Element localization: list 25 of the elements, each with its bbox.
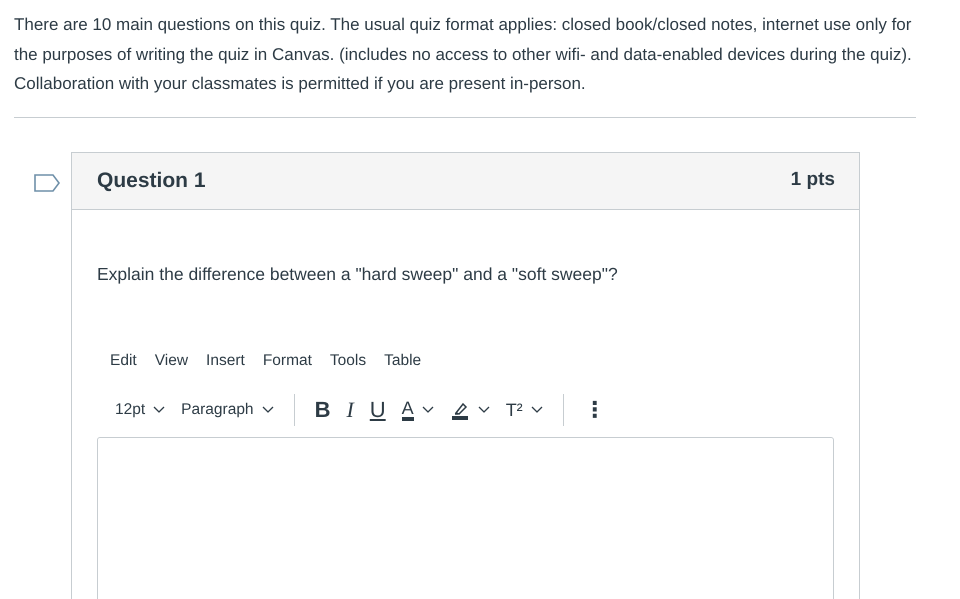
menu-item[interactable]: Format <box>262 348 330 372</box>
italic-button[interactable]: I <box>338 394 362 426</box>
text-color-button[interactable]: A <box>394 394 442 426</box>
caret-icon <box>478 406 490 414</box>
caret-icon <box>262 406 274 414</box>
caret-icon <box>530 406 543 414</box>
question-text: Explain the difference between a "hard sweep" and a "soft sweep"? <box>97 262 619 286</box>
dropdown-button[interactable]: Paragraph <box>173 394 282 426</box>
question-title: Question 1 <box>97 168 206 194</box>
menu-item[interactable]: Edit <box>110 348 155 372</box>
dropdown-button[interactable]: 12pt <box>107 394 174 426</box>
bold-button[interactable]: B <box>306 394 338 426</box>
menu-item[interactable]: Table <box>384 348 440 372</box>
menu-item[interactable]: Tools <box>330 348 384 372</box>
caret-icon <box>153 406 166 414</box>
points-label: 1 pts <box>790 168 835 192</box>
highlighter-icon <box>450 400 470 420</box>
underline-button[interactable]: U <box>362 394 394 426</box>
menu-item[interactable]: Insert <box>206 348 263 372</box>
flag-icon[interactable] <box>34 174 60 192</box>
menu-item[interactable]: View <box>154 348 206 372</box>
instructions-text: There are 10 main questions on this quiz. The usual quiz format applies: closed book/closed notes, internet use only for the purposes of writing the quiz in Canvas. (includes no access to other wifi- and data-enabled devices during the quiz). Collaboration with your classmates is permitted if you are present in-person. <box>14 14 913 95</box>
superscript-button[interactable]: T² <box>498 394 551 426</box>
more-button[interactable]: ⋮ <box>576 394 614 426</box>
caret-icon <box>422 406 434 414</box>
